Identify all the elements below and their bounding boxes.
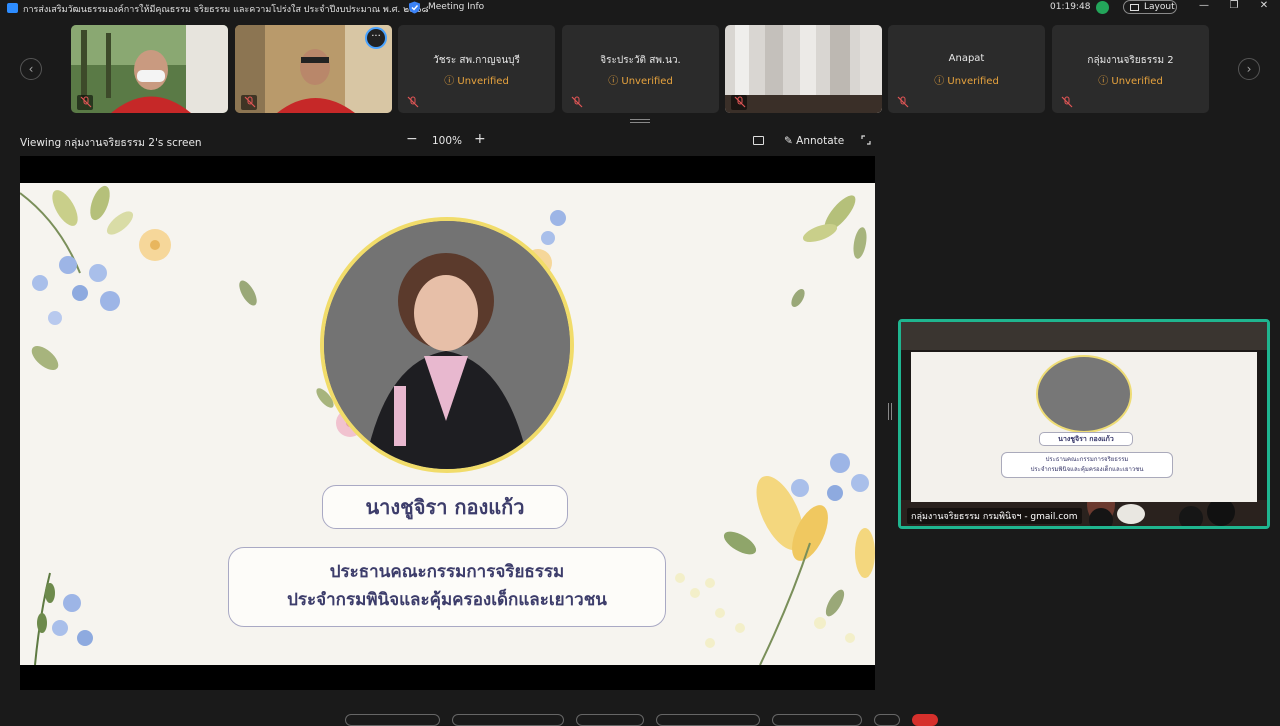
unverified-icon: ⓘ bbox=[608, 76, 619, 87]
mic-muted-icon bbox=[571, 96, 583, 108]
unverified-icon: ⓘ bbox=[444, 76, 455, 87]
toolbar-button[interactable] bbox=[656, 714, 760, 726]
mic-muted-icon bbox=[244, 96, 256, 108]
zoom-in-button[interactable]: + bbox=[474, 131, 486, 147]
unverified-status: ⓘ Unverified bbox=[1098, 76, 1163, 87]
speaker-name-label: กลุ่มงานจริยธรรม กรมพินิจฯ - gmail.com bbox=[907, 508, 1082, 524]
participant-name: จิระประวัติ สพ.นว. bbox=[600, 55, 681, 66]
close-button[interactable]: ✕ bbox=[1256, 0, 1272, 11]
participant-tile-video[interactable]: ··· bbox=[235, 25, 392, 113]
app-logo-icon bbox=[7, 3, 18, 13]
participant-tile[interactable]: Anapat ⓘ Unverified bbox=[888, 25, 1045, 113]
mic-muted-icon bbox=[1061, 96, 1073, 108]
presentation-slide: นางชูจิรา กองแก้ว ประธานคณะกรรมการจริยธร… bbox=[20, 183, 875, 665]
participant-tile[interactable]: จิระประวัติ สพ.นว. ⓘ Unverified bbox=[562, 25, 719, 113]
annotate-label: Annotate bbox=[796, 135, 845, 147]
annotate-pen-icon: ✎ bbox=[784, 135, 793, 147]
toolbar-button[interactable] bbox=[576, 714, 644, 726]
participant-tile-video[interactable] bbox=[725, 25, 882, 113]
participant-tile[interactable]: วัชระ สพ.กาญจนบุรี ⓘ Unverified bbox=[398, 25, 555, 113]
mic-muted-icon bbox=[734, 96, 746, 108]
projected-position-line-2: ประจำกรมพินิจและคุ้มครองเด็กและเยาวชน bbox=[1030, 466, 1144, 473]
toolbar-button[interactable] bbox=[772, 714, 862, 726]
speaker-name: นางชูจิรา กองแก้ว bbox=[322, 485, 568, 529]
zoom-out-button[interactable]: − bbox=[406, 131, 418, 147]
unverified-icon: ⓘ bbox=[934, 76, 945, 87]
participant-video bbox=[71, 25, 228, 113]
position-line-1: ประธานคณะกรรมการจริยธรรม bbox=[329, 562, 565, 582]
mic-muted-icon bbox=[897, 96, 909, 108]
active-speaker-video[interactable]: นางชูจิรา กองแก้ว ประธานคณะกรรมการจริยธร… bbox=[898, 319, 1270, 529]
meeting-timer: 01:19:48 bbox=[1050, 2, 1091, 12]
meeting-info-button[interactable]: Meeting Info bbox=[428, 2, 484, 12]
unverified-icon: ⓘ bbox=[1098, 76, 1109, 87]
layout-label: Layout bbox=[1144, 2, 1175, 12]
layout-button[interactable]: Layout bbox=[1123, 0, 1177, 14]
position-line-2: ประจำกรมพินิจและคุ้มครองเด็กและเยาวชน bbox=[287, 590, 607, 610]
unverified-status: ⓘ Unverified bbox=[608, 76, 673, 87]
next-page-button[interactable]: › bbox=[1238, 58, 1260, 80]
speaker-portrait bbox=[320, 217, 574, 473]
restore-button[interactable]: ❐ bbox=[1226, 0, 1242, 11]
panel-resize-handle[interactable] bbox=[888, 403, 892, 420]
participant-name: วัชระ สพ.กาญจนบุรี bbox=[433, 55, 520, 66]
mic-muted-icon bbox=[407, 96, 419, 108]
participant-video bbox=[725, 25, 882, 113]
title-bar: การส่งเสริมวัฒนธรรมองค์การให้มีคุณธรรม จ… bbox=[0, 0, 1280, 16]
participant-tile[interactable]: กลุ่มงานจริยธรรม 2 ⓘ Unverified bbox=[1052, 25, 1209, 113]
shared-screen: นางชูจิรา กองแก้ว ประธานคณะกรรมการจริยธร… bbox=[20, 156, 875, 690]
projected-position: ประธานคณะกรรมการจริยธรรม ประจำกรมพินิจแล… bbox=[1001, 452, 1173, 478]
unverified-status: ⓘ Unverified bbox=[934, 76, 999, 87]
annotate-button[interactable]: ✎ Annotate bbox=[784, 135, 844, 147]
strip-resize-handle[interactable] bbox=[630, 119, 650, 123]
projected-portrait bbox=[1036, 355, 1132, 433]
projected-position-line-1: ประธานคณะกรรมการจริยธรรม bbox=[1045, 456, 1129, 463]
participant-name: Anapat bbox=[948, 53, 985, 64]
zoom-level[interactable]: 100% bbox=[432, 135, 462, 147]
mic-muted-icon bbox=[80, 96, 92, 108]
layout-icon bbox=[1130, 4, 1139, 11]
view-options-icon[interactable] bbox=[753, 136, 764, 145]
fullscreen-icon[interactable] bbox=[861, 135, 871, 145]
connection-status-icon[interactable] bbox=[1096, 1, 1109, 14]
leave-button[interactable] bbox=[912, 714, 938, 726]
minimize-button[interactable]: — bbox=[1196, 0, 1212, 11]
participant-tile-video[interactable] bbox=[71, 25, 228, 113]
speaker-position: ประธานคณะกรรมการจริยธรรม ประจำกรมพินิจแล… bbox=[228, 547, 666, 627]
projected-slide: นางชูจิรา กองแก้ว ประธานคณะกรรมการจริยธร… bbox=[911, 352, 1257, 502]
participant-name: กลุ่มงานจริยธรรม 2 bbox=[1087, 55, 1174, 66]
toolbar-button[interactable] bbox=[452, 714, 564, 726]
meeting-title: การส่งเสริมวัฒนธรรมองค์การให้มีคุณธรรม จ… bbox=[23, 5, 429, 15]
more-options-button[interactable]: ··· bbox=[365, 27, 387, 49]
unverified-status: ⓘ Unverified bbox=[444, 76, 509, 87]
toolbar-button[interactable] bbox=[874, 714, 900, 726]
viewing-label: Viewing กลุ่มงานจริยธรรม 2's screen bbox=[20, 137, 202, 149]
prev-page-button[interactable]: ‹ bbox=[20, 58, 42, 80]
toolbar-button[interactable] bbox=[345, 714, 440, 726]
shield-icon[interactable] bbox=[408, 1, 421, 14]
projected-name: นางชูจิรา กองแก้ว bbox=[1039, 432, 1133, 446]
